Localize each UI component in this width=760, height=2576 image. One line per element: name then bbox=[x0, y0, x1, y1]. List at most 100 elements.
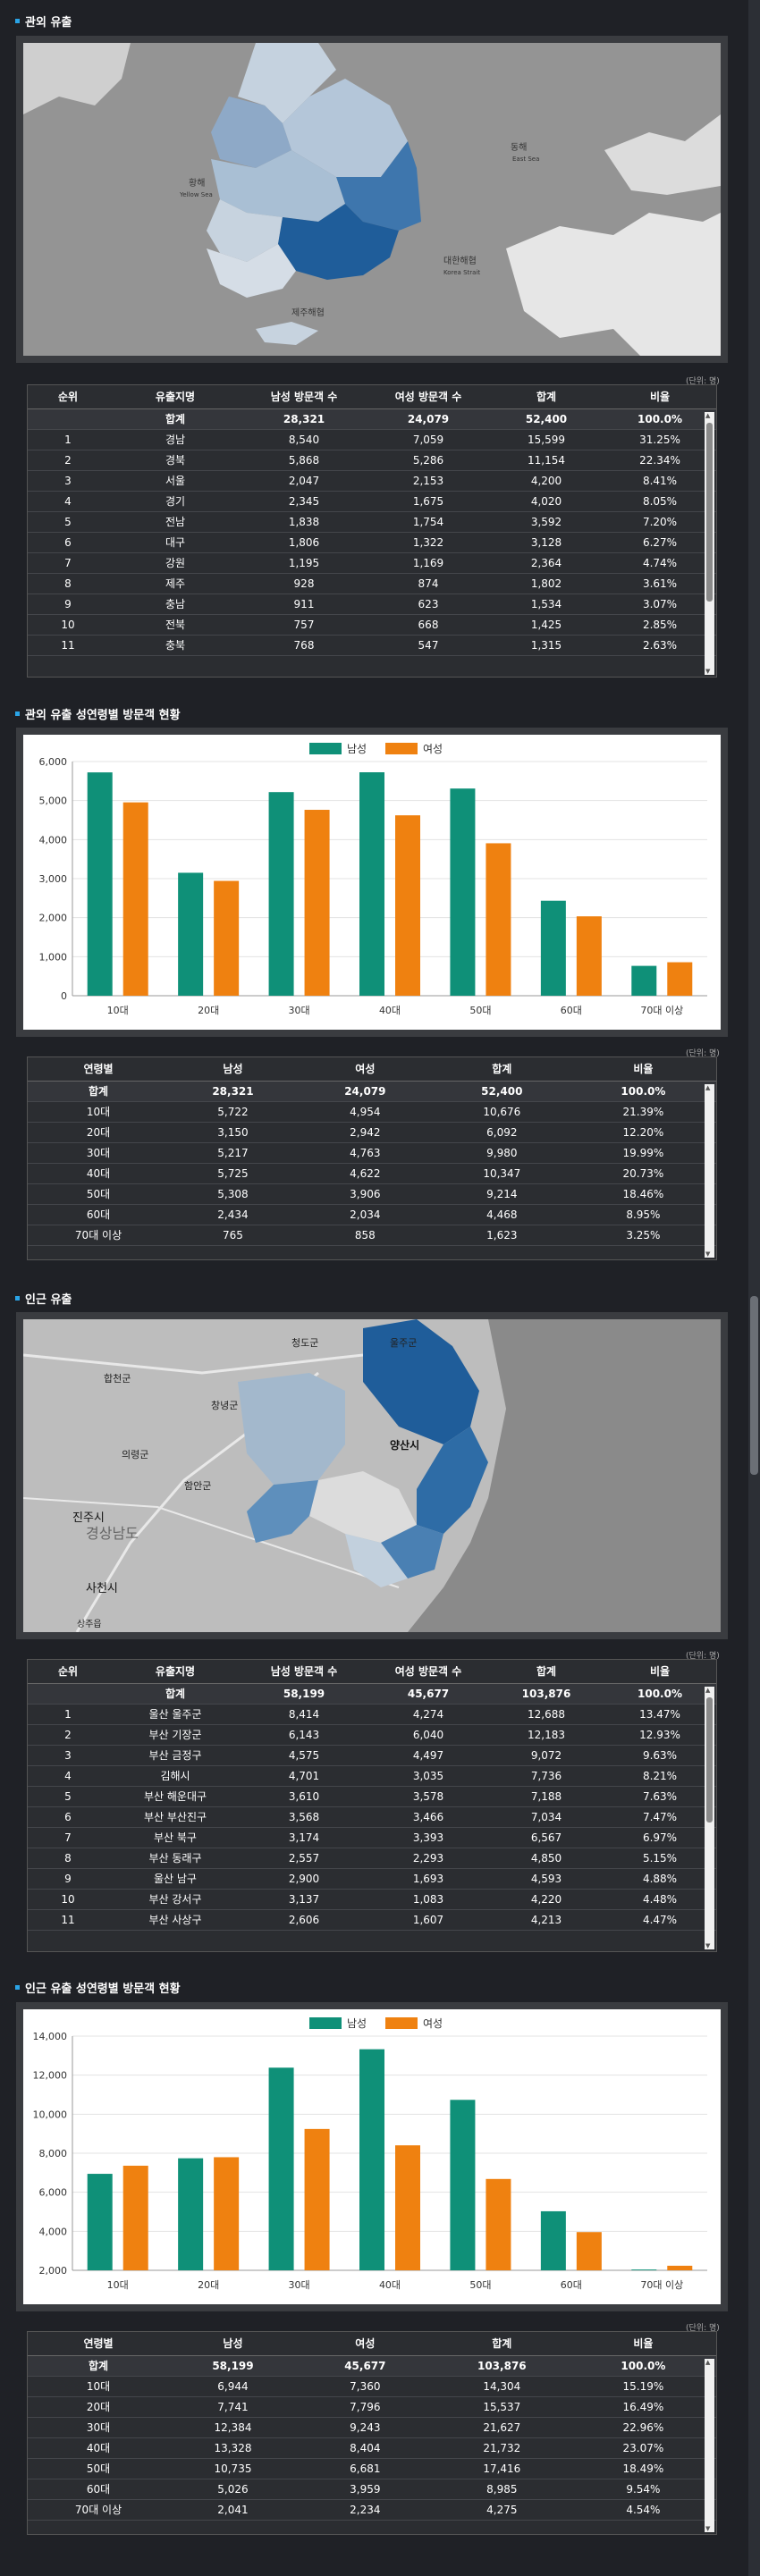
scroll-up-icon[interactable]: ▲ bbox=[705, 2359, 710, 2366]
bar-male[interactable] bbox=[450, 2100, 476, 2270]
scroll-up-icon[interactable]: ▲ bbox=[705, 412, 710, 419]
table-row[interactable]: 7 강원 1,195 1,169 2,364 4.74% bbox=[28, 552, 716, 574]
legend-swatch[interactable] bbox=[385, 743, 418, 754]
near-age-table[interactable]: 연령별 남성 여성 합계 비율 합계 58,199 45,677 103,876 100.0% 1… bbox=[27, 2331, 717, 2535]
bar-male[interactable] bbox=[87, 2174, 113, 2270]
legend-swatch[interactable] bbox=[385, 2017, 418, 2029]
page-scrollbar-thumb[interactable] bbox=[750, 1296, 758, 1475]
table-row[interactable]: 50대 10,735 6,681 17,416 18.49% bbox=[28, 2458, 716, 2479]
legend-swatch[interactable] bbox=[309, 2017, 342, 2029]
table-cell: 9,980 bbox=[433, 1142, 570, 1164]
bar-male[interactable] bbox=[631, 965, 657, 996]
table-row[interactable]: 8 제주 928 874 1,802 3.61% bbox=[28, 573, 716, 594]
table-cell: 1,675 bbox=[366, 491, 491, 512]
table-row[interactable]: 9 울산 남구 2,900 1,693 4,593 4.88% bbox=[28, 1868, 716, 1890]
bar-male[interactable] bbox=[450, 788, 476, 996]
scroll-down-icon[interactable]: ▼ bbox=[705, 668, 710, 675]
bar-female[interactable] bbox=[486, 2178, 511, 2270]
table-row[interactable]: 10 전북 757 668 1,425 2.85% bbox=[28, 614, 716, 636]
bar-male[interactable] bbox=[540, 2210, 566, 2270]
legend-label[interactable]: 여성 bbox=[423, 2017, 443, 2030]
far-table-scroll-thumb[interactable] bbox=[706, 423, 713, 602]
bar-female[interactable] bbox=[667, 2265, 693, 2270]
bar-female[interactable] bbox=[576, 2232, 602, 2270]
bar-male[interactable] bbox=[178, 2158, 204, 2270]
far-age-table-scrollbar[interactable]: ▲ ▼ bbox=[705, 1084, 714, 1258]
scroll-down-icon[interactable]: ▼ bbox=[705, 1250, 710, 1258]
table-row[interactable]: 1 울산 울주군 8,414 4,274 12,688 13.47% bbox=[28, 1704, 716, 1725]
bar-male[interactable] bbox=[87, 772, 113, 996]
legend-label[interactable]: 남성 bbox=[347, 743, 367, 755]
bar-female[interactable] bbox=[214, 880, 240, 996]
table-row[interactable]: 2 부산 기장군 6,143 6,040 12,183 12.93% bbox=[28, 1724, 716, 1746]
table-row[interactable]: 4 김해시 4,701 3,035 7,736 8.21% bbox=[28, 1765, 716, 1787]
near-table-scroll-thumb[interactable] bbox=[706, 1697, 713, 1823]
table-row[interactable]: 3 서울 2,047 2,153 4,200 8.41% bbox=[28, 470, 716, 492]
table-cell: 7,034 bbox=[491, 1806, 602, 1828]
bar-male[interactable] bbox=[178, 872, 204, 996]
table-row[interactable]: 30대 12,384 9,243 21,627 22.96% bbox=[28, 2417, 716, 2438]
table-row[interactable]: 5 부산 해운대구 3,610 3,578 7,188 7.63% bbox=[28, 1786, 716, 1807]
scroll-up-icon[interactable]: ▲ bbox=[705, 1687, 710, 1694]
bar-female[interactable] bbox=[395, 815, 420, 996]
scroll-down-icon[interactable]: ▼ bbox=[705, 2525, 710, 2532]
table-row[interactable]: 2 경북 5,868 5,286 11,154 22.34% bbox=[28, 450, 716, 471]
table-row[interactable]: 20대 3,150 2,942 6,092 12.20% bbox=[28, 1122, 716, 1143]
table-row[interactable]: 9 충남 911 623 1,534 3.07% bbox=[28, 593, 716, 615]
scroll-up-icon[interactable]: ▲ bbox=[705, 1084, 710, 1091]
near-table[interactable]: 순위 유출지명 남성 방문객 수 여성 방문객 수 합계 비율 합계 58,199 45,67… bbox=[27, 1659, 717, 1952]
bar-female[interactable] bbox=[304, 2128, 330, 2270]
table-row[interactable]: 10 부산 강서구 3,137 1,083 4,220 4.48% bbox=[28, 1889, 716, 1910]
bar-female[interactable] bbox=[304, 810, 330, 996]
legend-label[interactable]: 여성 bbox=[423, 743, 443, 755]
bar-male[interactable] bbox=[631, 2269, 657, 2270]
bar-female[interactable] bbox=[667, 962, 693, 996]
table-row[interactable]: 70대 이상 2,041 2,234 4,275 4.54% bbox=[28, 2499, 716, 2521]
table-row[interactable]: 40대 13,328 8,404 21,732 23.07% bbox=[28, 2437, 716, 2459]
table-row[interactable]: 7 부산 북구 3,174 3,393 6,567 6.97% bbox=[28, 1827, 716, 1848]
table-row[interactable]: 30대 5,217 4,763 9,980 19.99% bbox=[28, 1142, 716, 1164]
bar-female[interactable] bbox=[486, 843, 511, 996]
table-row[interactable]: 5 전남 1,838 1,754 3,592 7.20% bbox=[28, 511, 716, 533]
table-row[interactable]: 10대 5,722 4,954 10,676 21.39% bbox=[28, 1101, 716, 1123]
table-row[interactable]: 3 부산 금정구 4,575 4,497 9,072 9.63% bbox=[28, 1745, 716, 1766]
bar-female[interactable] bbox=[122, 802, 148, 996]
bar-male[interactable] bbox=[268, 2067, 294, 2270]
table-row[interactable]: 6 대구 1,806 1,322 3,128 6.27% bbox=[28, 532, 716, 553]
table-row[interactable]: 50대 5,308 3,906 9,214 18.46% bbox=[28, 1183, 716, 1205]
table-row[interactable]: 20대 7,741 7,796 15,537 16.49% bbox=[28, 2396, 716, 2418]
near-table-scrollbar[interactable]: ▲ ▼ bbox=[705, 1687, 714, 1949]
far-table-scrollbar[interactable]: ▲ ▼ bbox=[705, 412, 714, 675]
far-table[interactable]: 순위 유출지명 남성 방문객 수 여성 방문객 수 합계 비율 합계 28,321 24,07… bbox=[27, 384, 717, 678]
bar-female[interactable] bbox=[122, 2165, 148, 2270]
bar-male[interactable] bbox=[359, 2049, 384, 2270]
near-age-table-scrollbar[interactable]: ▲ ▼ bbox=[705, 2359, 714, 2532]
legend-label[interactable]: 남성 bbox=[347, 2017, 367, 2030]
table-row[interactable]: 60대 2,434 2,034 4,468 8.95% bbox=[28, 1204, 716, 1225]
bar-female[interactable] bbox=[576, 916, 602, 996]
table-row[interactable]: 1 경남 8,540 7,059 15,599 31.25% bbox=[28, 429, 716, 450]
table-row[interactable]: 70대 이상 765 858 1,623 3.25% bbox=[28, 1225, 716, 1246]
bar-male[interactable] bbox=[359, 772, 384, 996]
bar-male[interactable] bbox=[540, 900, 566, 996]
legend-swatch[interactable] bbox=[309, 743, 342, 754]
table-cell: 13.47% bbox=[602, 1704, 716, 1725]
page-scrollbar[interactable] bbox=[748, 0, 760, 2576]
scroll-down-icon[interactable]: ▼ bbox=[705, 1942, 710, 1949]
table-row[interactable]: 11 충북 768 547 1,315 2.63% bbox=[28, 635, 716, 656]
bar-male[interactable] bbox=[268, 792, 294, 996]
bar-female[interactable] bbox=[395, 2145, 420, 2270]
table-row[interactable]: 4 경기 2,345 1,675 4,020 8.05% bbox=[28, 491, 716, 512]
table-row[interactable]: 60대 5,026 3,959 8,985 9.54% bbox=[28, 2479, 716, 2500]
table-cell: 5 bbox=[28, 1786, 108, 1807]
far-map[interactable]: 황해 Yellow Sea 동해 East Sea 대한해협 Korea Str… bbox=[23, 43, 721, 356]
bar-female[interactable] bbox=[214, 2157, 240, 2270]
near-map[interactable]: 합천군 창녕군 청도군 울주군 의령군 함안군 양산시 진주시 경상남도 사천시… bbox=[23, 1319, 721, 1632]
table-row[interactable]: 6 부산 부산진구 3,568 3,466 7,034 7.47% bbox=[28, 1806, 716, 1828]
table-row[interactable]: 10대 6,944 7,360 14,304 15.19% bbox=[28, 2376, 716, 2397]
table-row[interactable]: 40대 5,725 4,622 10,347 20.73% bbox=[28, 1163, 716, 1184]
table-row[interactable]: 11 부산 사상구 2,606 1,607 4,213 4.47% bbox=[28, 1909, 716, 1931]
far-age-table[interactable]: 연령별 남성 여성 합계 비율 합계 28,321 24,079 52,400 100.0% 10… bbox=[27, 1056, 717, 1260]
table-cell: 울산 울주군 bbox=[108, 1704, 242, 1725]
table-row[interactable]: 8 부산 동래구 2,557 2,293 4,850 5.15% bbox=[28, 1848, 716, 1869]
